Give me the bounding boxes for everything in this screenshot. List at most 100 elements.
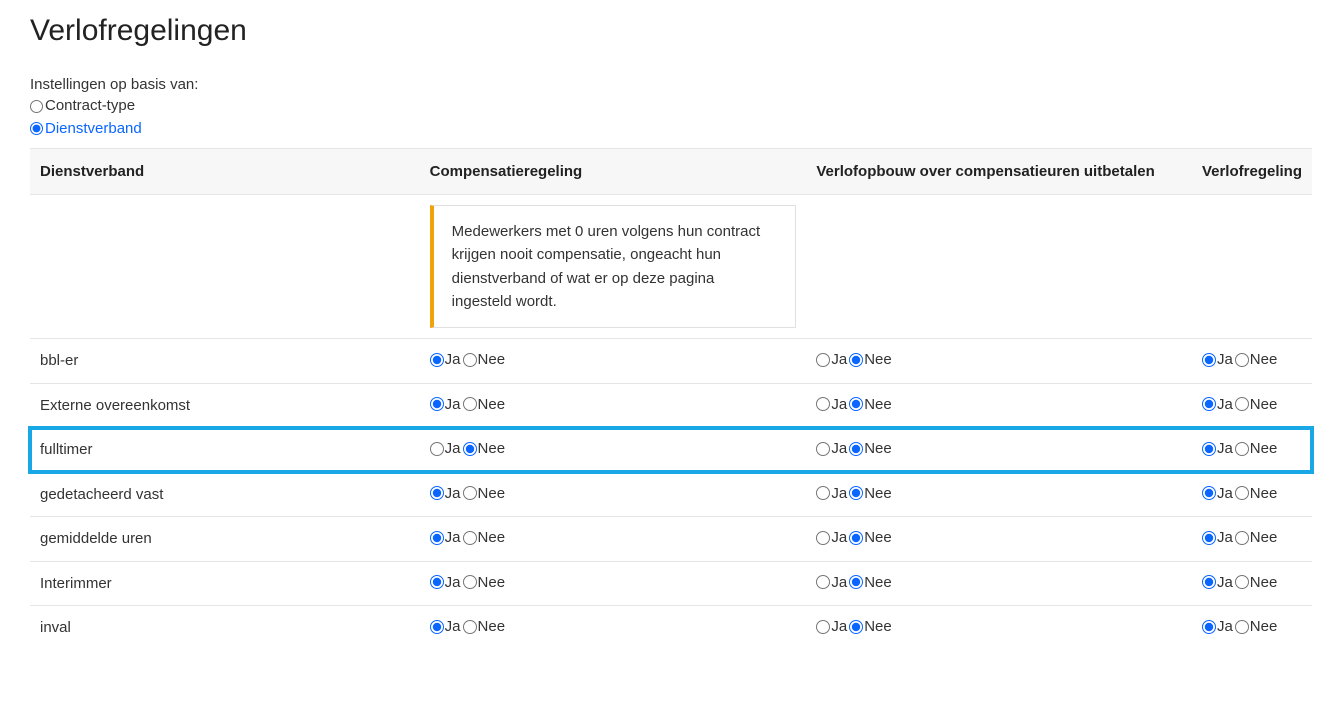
radio-input[interactable] — [849, 397, 863, 411]
option-yes[interactable]: Ja — [430, 440, 461, 457]
radio-input[interactable] — [1202, 531, 1216, 545]
radio-input[interactable] — [430, 486, 444, 500]
radio-input[interactable] — [1202, 575, 1216, 589]
radio-label: Nee — [478, 396, 506, 413]
radio-input[interactable] — [430, 353, 444, 367]
option-yes[interactable]: Ja — [816, 351, 847, 368]
radio-label: Ja — [1217, 396, 1233, 413]
option-no[interactable]: Nee — [463, 529, 506, 546]
radio-input[interactable] — [1235, 353, 1249, 367]
basis-option[interactable]: Contract-type — [30, 95, 1312, 118]
radio-input[interactable] — [463, 353, 477, 367]
option-yes[interactable]: Ja — [430, 574, 461, 591]
option-no[interactable]: Nee — [463, 618, 506, 635]
option-yes[interactable]: Ja — [816, 618, 847, 635]
radio-input[interactable] — [1235, 486, 1249, 500]
radio-input[interactable] — [430, 575, 444, 589]
row-name: bbl-er — [30, 339, 420, 384]
yesno-group: JaNee — [1202, 440, 1279, 457]
option-no[interactable]: Nee — [463, 574, 506, 591]
option-no[interactable]: Nee — [1235, 574, 1278, 591]
yesno-group: JaNee — [1202, 485, 1279, 502]
option-no[interactable]: Nee — [1235, 440, 1278, 457]
radio-input[interactable] — [849, 620, 863, 634]
radio-input[interactable] — [849, 442, 863, 456]
radio-input[interactable] — [463, 486, 477, 500]
radio-input[interactable] — [463, 575, 477, 589]
radio-input[interactable] — [1235, 531, 1249, 545]
option-no[interactable]: Nee — [463, 351, 506, 368]
basis-option[interactable]: Dienstverband — [30, 118, 1312, 141]
radio-label: Nee — [478, 618, 506, 635]
radio-input[interactable] — [1235, 442, 1249, 456]
radio-input[interactable] — [463, 531, 477, 545]
radio-input[interactable] — [1202, 353, 1216, 367]
option-yes[interactable]: Ja — [1202, 485, 1233, 502]
radio-input[interactable] — [849, 575, 863, 589]
option-no[interactable]: Nee — [463, 485, 506, 502]
radio-input[interactable] — [1202, 442, 1216, 456]
table-row: bbl-erJaNeeJaNeeJaNee — [30, 339, 1312, 384]
radio-input[interactable] — [1235, 575, 1249, 589]
radio-input[interactable] — [816, 575, 830, 589]
radio-input[interactable] — [816, 531, 830, 545]
option-no[interactable]: Nee — [849, 485, 892, 502]
option-yes[interactable]: Ja — [430, 351, 461, 368]
option-yes[interactable]: Ja — [1202, 618, 1233, 635]
radio-input[interactable] — [430, 620, 444, 634]
option-yes[interactable]: Ja — [816, 574, 847, 591]
option-no[interactable]: Nee — [1235, 618, 1278, 635]
option-no[interactable]: Nee — [849, 618, 892, 635]
option-yes[interactable]: Ja — [1202, 529, 1233, 546]
option-yes[interactable]: Ja — [430, 396, 461, 413]
option-yes[interactable]: Ja — [816, 529, 847, 546]
option-no[interactable]: Nee — [849, 351, 892, 368]
option-yes[interactable]: Ja — [430, 529, 461, 546]
option-yes[interactable]: Ja — [1202, 574, 1233, 591]
radio-input[interactable] — [430, 531, 444, 545]
radio-input[interactable] — [816, 486, 830, 500]
cell-compensatie: JaNee — [420, 428, 807, 473]
option-yes[interactable]: Ja — [816, 440, 847, 457]
radio-input[interactable] — [1235, 397, 1249, 411]
option-no[interactable]: Nee — [849, 396, 892, 413]
option-no[interactable]: Nee — [849, 440, 892, 457]
radio-input[interactable] — [1235, 620, 1249, 634]
option-yes[interactable]: Ja — [816, 485, 847, 502]
option-yes[interactable]: Ja — [816, 396, 847, 413]
radio-input[interactable] — [849, 353, 863, 367]
option-no[interactable]: Nee — [463, 440, 506, 457]
radio-input[interactable] — [463, 397, 477, 411]
radio-input[interactable] — [816, 620, 830, 634]
option-yes[interactable]: Ja — [430, 485, 461, 502]
cell-compensatie: JaNee — [420, 472, 807, 517]
radio-input[interactable] — [463, 442, 477, 456]
radio-input[interactable] — [816, 442, 830, 456]
basis-radio[interactable] — [30, 100, 43, 113]
radio-input[interactable] — [430, 442, 444, 456]
radio-input[interactable] — [1202, 620, 1216, 634]
radio-input[interactable] — [1202, 486, 1216, 500]
radio-input[interactable] — [463, 620, 477, 634]
option-yes[interactable]: Ja — [1202, 396, 1233, 413]
option-no[interactable]: Nee — [1235, 351, 1278, 368]
radio-label: Nee — [478, 574, 506, 591]
radio-label: Ja — [445, 440, 461, 457]
radio-input[interactable] — [849, 486, 863, 500]
radio-input[interactable] — [849, 531, 863, 545]
option-yes[interactable]: Ja — [1202, 440, 1233, 457]
radio-input[interactable] — [1202, 397, 1216, 411]
radio-input[interactable] — [816, 397, 830, 411]
option-no[interactable]: Nee — [1235, 485, 1278, 502]
option-yes[interactable]: Ja — [1202, 351, 1233, 368]
option-yes[interactable]: Ja — [430, 618, 461, 635]
option-no[interactable]: Nee — [849, 574, 892, 591]
cell-compensatie: Ja Nee — [420, 606, 807, 650]
option-no[interactable]: Nee — [463, 396, 506, 413]
radio-input[interactable] — [816, 353, 830, 367]
option-no[interactable]: Nee — [1235, 529, 1278, 546]
basis-radio[interactable] — [30, 122, 43, 135]
radio-input[interactable] — [430, 397, 444, 411]
option-no[interactable]: Nee — [1235, 396, 1278, 413]
option-no[interactable]: Nee — [849, 529, 892, 546]
